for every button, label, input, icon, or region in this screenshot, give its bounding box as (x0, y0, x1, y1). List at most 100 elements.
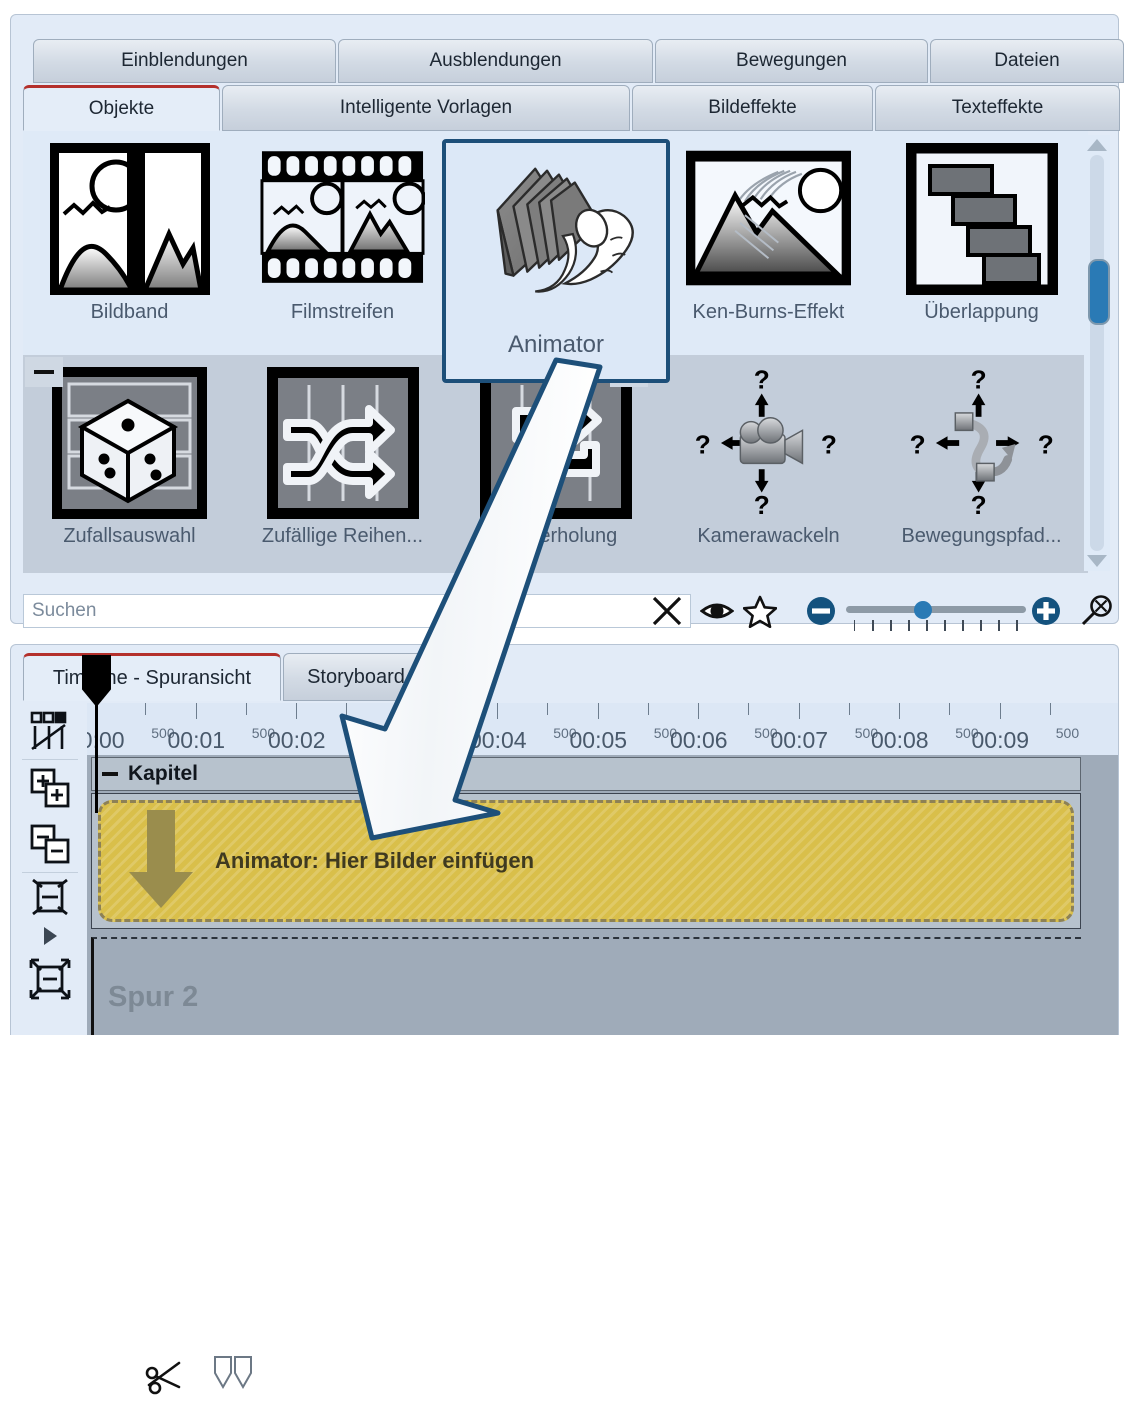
split-marker-icon[interactable] (211, 1355, 255, 1394)
tab-bewegungen[interactable]: Bewegungen (655, 39, 928, 83)
scissors-icon[interactable] (143, 1357, 189, 1402)
svg-text:?: ? (910, 429, 926, 459)
object-item-label: Bildband (91, 301, 169, 324)
popup-label: Animator (508, 331, 604, 359)
ruler-major-tick (899, 703, 900, 719)
object-item-kamerawackeln[interactable]: ? ? ? ? (662, 355, 875, 573)
search-input[interactable] (23, 594, 691, 628)
expand-arrow-icon[interactable] (19, 921, 81, 951)
timeline-panel: Timeline - SpuransichtStoryboard (10, 644, 1119, 1035)
fit-all-icon[interactable] (19, 951, 81, 1007)
zoom-slider-track[interactable] (846, 606, 1026, 613)
ruler-time-label: 00:04 (469, 727, 527, 754)
arrow-down-icon (123, 806, 199, 917)
zoom-slider[interactable] (846, 594, 1021, 628)
track-2-label: Spur 2 (108, 981, 198, 1014)
svg-text:?: ? (754, 489, 770, 519)
remove-track-icon[interactable] (19, 816, 81, 872)
object-item-zufallsauswahl[interactable]: Zufallsauswahl (23, 355, 236, 573)
scrollbar-thumb[interactable] (1088, 259, 1110, 325)
ruler-minor-tick (748, 703, 749, 715)
clip-label: Animator: Hier Bilder einfügen (215, 848, 534, 874)
chapter-header[interactable]: Kapitel (91, 757, 1081, 791)
tab-bildeffekte[interactable]: Bildeffekte (632, 85, 873, 131)
ruler-major-tick (296, 703, 297, 719)
image-band-icon (47, 139, 212, 299)
slider-tick (962, 620, 964, 631)
svg-text:?: ? (754, 366, 770, 395)
object-item-bewegungspfad[interactable]: ? ? ? ? (875, 355, 1088, 573)
add-track-icon[interactable] (19, 760, 81, 816)
tabbar-row-2: ObjekteIntelligente VorlagenBildeffekteT… (23, 85, 1118, 129)
ruler-minor-tick (246, 703, 247, 715)
collapse-group-button[interactable] (25, 357, 63, 387)
tab-objekte[interactable]: Objekte (23, 85, 220, 131)
magnifier-reset-icon[interactable] (1075, 591, 1118, 631)
object-item-label: Überlappung (924, 301, 1039, 324)
object-grid-row-2: Zufallsauswahl (23, 355, 1088, 573)
animator-clip[interactable]: Animator: Hier Bilder einfügen (98, 800, 1074, 922)
ruler-time-label: 00:00 (87, 727, 125, 754)
ruler-minor-tick (949, 703, 950, 715)
ruler-major-tick (1000, 703, 1001, 719)
timeline-toolbar (15, 703, 85, 1033)
ken-burns-icon (686, 139, 851, 299)
repeat-icon (473, 363, 638, 523)
object-item-zufaellige-reihenfolge[interactable]: Zufällige Reihen... (236, 355, 449, 573)
overlap-icon (899, 139, 1064, 299)
film-strip-icon (260, 139, 425, 299)
timeline-tab-storyboard[interactable]: Storyboard (283, 653, 429, 701)
timeline-playhead[interactable] (95, 703, 98, 813)
tab-dateien[interactable]: Dateien (930, 39, 1124, 83)
plus-circle-icon[interactable] (1025, 591, 1068, 631)
transition-crossfade-icon[interactable] (19, 703, 81, 759)
tab-ausblendungen[interactable]: Ausblendungen (338, 39, 653, 83)
tab-texteffekte[interactable]: Texteffekte (875, 85, 1120, 131)
object-item-filmstreifen[interactable]: Filmstreifen (236, 131, 449, 351)
slider-tick (926, 620, 928, 631)
animator-highlight-popup[interactable]: Animator (442, 139, 670, 383)
timeline-ruler[interactable]: 00:0050000:0150000:0250000:0350000:04500… (87, 703, 1118, 755)
object-item-label: Bewegungspfad... (901, 525, 1061, 548)
object-grid-scrollbar[interactable] (1084, 135, 1110, 571)
minus-icon[interactable] (102, 772, 118, 776)
ruler-major-tick (698, 703, 699, 719)
object-item-ken-burns[interactable]: Ken-Burns-Effekt (662, 131, 875, 351)
ruler-major-tick (598, 703, 599, 719)
timeline-tracks: Kapitel Animator: Hier Bilder einfügen S… (87, 755, 1118, 1035)
track-2[interactable]: Spur 2 (91, 937, 1081, 1035)
fit-height-icon[interactable] (19, 873, 81, 921)
shuffle-icon (260, 363, 425, 523)
close-x-icon[interactable] (645, 591, 688, 631)
minus-circle-icon[interactable] (799, 591, 842, 631)
ruler-major-tick (497, 703, 498, 719)
ruler-time-label: 00:05 (570, 727, 628, 754)
svg-text:?: ? (971, 489, 987, 519)
ruler-minor-tick (346, 703, 347, 715)
object-item-bildband[interactable]: Bildband (23, 131, 236, 351)
object-item-label: Zufällige Reihen... (262, 525, 423, 548)
flipbook-hand-icon (462, 149, 650, 327)
slider-tick (908, 620, 910, 631)
slider-tick (872, 620, 874, 631)
svg-text:?: ? (1038, 429, 1054, 459)
svg-text:?: ? (971, 366, 987, 395)
timeline-tab-spuransicht[interactable]: Timeline - Spuransicht (23, 653, 281, 701)
slider-tick (1016, 620, 1018, 631)
ruler-major-tick (397, 703, 398, 719)
ruler-minor-tick (648, 703, 649, 715)
scrollbar-track[interactable] (1090, 155, 1104, 551)
ruler-minor-tick (849, 703, 850, 715)
eye-icon[interactable] (696, 591, 739, 631)
object-item-wiederholung[interactable]: Wiederholung (449, 355, 662, 573)
triangle-up-icon[interactable] (1087, 139, 1107, 151)
star-icon[interactable] (739, 591, 782, 631)
triangle-down-icon[interactable] (1087, 555, 1107, 567)
tab-einblendungen[interactable]: Einblendungen (33, 39, 336, 83)
ruler-time-label: 00:02 (268, 727, 326, 754)
object-item-label: Ken-Burns-Effekt (693, 301, 845, 324)
zoom-slider-thumb[interactable] (914, 601, 932, 619)
tab-intelligente-vorlagen[interactable]: Intelligente Vorlagen (222, 85, 630, 131)
object-item-label: Wiederholung (494, 525, 617, 548)
object-item-ueberlappung[interactable]: Überlappung (875, 131, 1088, 351)
